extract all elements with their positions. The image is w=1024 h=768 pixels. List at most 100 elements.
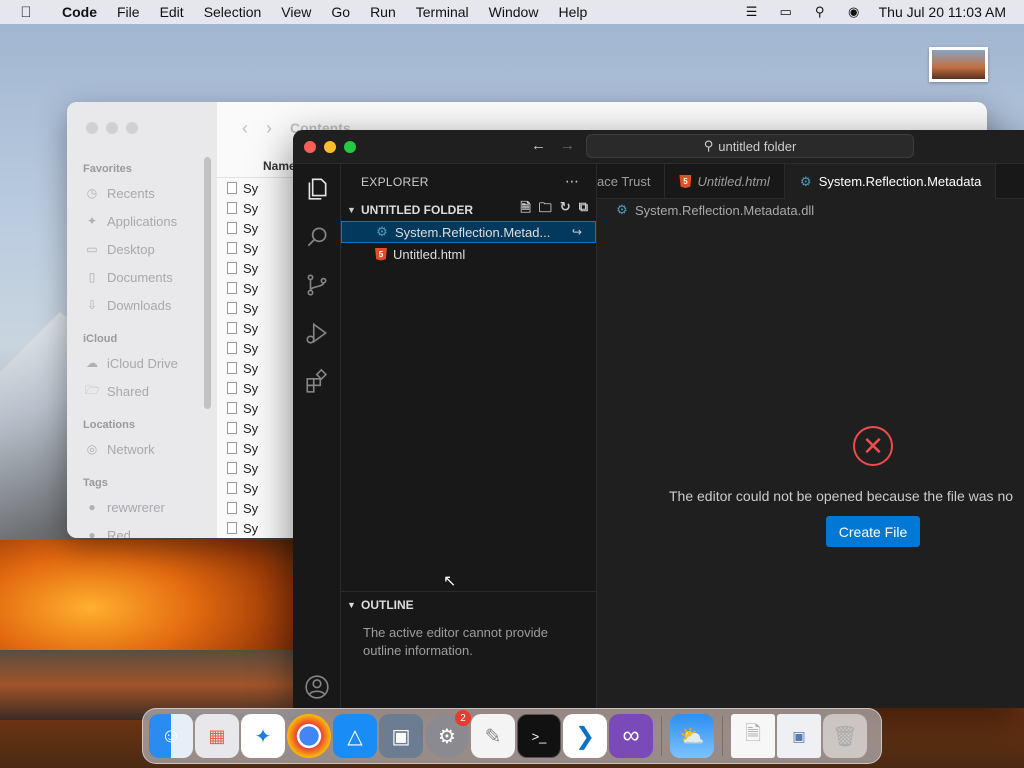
finder-sidebar-scrollbar[interactable] [204, 157, 211, 409]
tab-untitled-html[interactable]: 5 Untitled.html [665, 164, 785, 199]
collapse-all-icon[interactable]: ⧉ [579, 199, 588, 221]
run-debug-icon[interactable] [304, 320, 330, 346]
spotlight-search-icon[interactable]: ⚲ [811, 4, 829, 19]
gear-icon: ⚙ [438, 725, 456, 748]
folder-actions: 🗎 🗀 ↻ ⧉ [520, 199, 588, 221]
control-center-icon[interactable]: ◉ [845, 4, 863, 19]
outline-header[interactable]: ▼ OUTLINE [341, 594, 596, 616]
desktop-screenshot-thumbnail[interactable] [929, 47, 988, 82]
table-row[interactable]: Sy [227, 418, 258, 438]
dock-chrome[interactable] [287, 714, 331, 758]
menu-app[interactable]: Code [52, 4, 107, 20]
menu-selection[interactable]: Selection [194, 4, 272, 20]
finder-sidebar-documents[interactable]: ▯ Documents [67, 263, 217, 291]
dock-visual-studio[interactable]: ∞ [609, 714, 653, 758]
apple-icon[interactable]:  [0, 4, 52, 21]
table-row[interactable]: Sy [227, 178, 258, 198]
file-icon [227, 322, 237, 334]
tab-system-reflection[interactable]: ⚙ System.Reflection.Metadata [784, 164, 997, 199]
dock-app-store[interactable]: △ [333, 714, 377, 758]
stage-manager-icon[interactable]: ☰ [743, 4, 761, 19]
table-row[interactable]: Sy [227, 358, 258, 378]
dock-image-file[interactable]: ▣ [777, 714, 821, 758]
forward-arrow-icon[interactable]: › [266, 118, 272, 139]
finder-sidebar-applications[interactable]: ✦ Applications [67, 207, 217, 235]
finder-sidebar-shared[interactable]: 🗁 Shared [67, 377, 217, 405]
menu-window[interactable]: Window [479, 4, 549, 20]
menu-terminal[interactable]: Terminal [406, 4, 479, 20]
screen-mirroring-icon[interactable]: ▭ [777, 4, 795, 19]
finder-sidebar-desktop[interactable]: ▭ Desktop [67, 235, 217, 263]
table-row[interactable]: Sy [227, 198, 258, 218]
file-name: Sy [243, 440, 259, 456]
vscode-zoom-button[interactable] [344, 141, 356, 153]
dock-terminal[interactable]: >_ [517, 714, 561, 758]
file-row-untitled-html[interactable]: 5 Untitled.html [341, 243, 596, 265]
dock-preview[interactable]: ▣ [379, 714, 423, 758]
extensions-icon[interactable] [304, 368, 330, 394]
finder-sidebar-network[interactable]: ◎ Network [67, 435, 217, 463]
table-row[interactable]: Sy [227, 398, 258, 418]
table-row[interactable]: Sy [227, 338, 258, 358]
table-row[interactable]: Sy [227, 498, 258, 518]
table-row[interactable]: Sy [227, 218, 258, 238]
explorer-files-icon[interactable] [304, 176, 330, 202]
table-row[interactable]: Sy [227, 438, 258, 458]
breadcrumb-item[interactable]: System.Reflection.Metadata.dll [635, 203, 814, 218]
sidebar-item-label: Red [107, 527, 131, 539]
back-arrow-icon[interactable]: ← [531, 137, 546, 154]
new-folder-icon[interactable]: 🗀 [539, 199, 552, 221]
new-file-icon[interactable]: 🗎 [520, 199, 530, 221]
create-file-button[interactable]: Create File [826, 516, 920, 547]
finder-sidebar-icloud-drive[interactable]: ☁ iCloud Drive [67, 349, 217, 377]
finder-close-button[interactable] [86, 122, 98, 134]
more-actions-icon[interactable]: ⋯ [565, 173, 580, 190]
menu-go[interactable]: Go [321, 4, 360, 20]
dock-finder[interactable]: ☺ [149, 714, 193, 758]
menubar-clock[interactable]: Thu Jul 20 11:03 AM [879, 4, 1006, 20]
menu-file[interactable]: File [107, 4, 150, 20]
dock-vscode[interactable]: ❯ [563, 714, 607, 758]
refresh-icon[interactable]: ↻ [560, 199, 571, 221]
finder-sidebar-downloads[interactable]: ⇩ Downloads [67, 291, 217, 319]
account-icon[interactable] [304, 674, 330, 700]
table-row[interactable]: Sy [227, 278, 258, 298]
finder-sidebar-tag-rewwrerer[interactable]: ● rewwrerer [67, 493, 217, 521]
error-circle-icon: ✕ [853, 426, 893, 466]
table-row[interactable]: Sy [227, 318, 258, 338]
source-control-icon[interactable] [304, 272, 330, 298]
search-icon[interactable] [304, 224, 330, 250]
vscode-close-button[interactable] [304, 141, 316, 153]
dock-safari[interactable]: ✦ [241, 714, 285, 758]
sidebar-item-label: Recents [107, 185, 155, 201]
file-name: Sy [243, 200, 259, 216]
menu-run[interactable]: Run [360, 4, 406, 20]
menu-help[interactable]: Help [548, 4, 597, 20]
finder-zoom-button[interactable] [126, 122, 138, 134]
menu-edit[interactable]: Edit [150, 4, 194, 20]
menu-view[interactable]: View [271, 4, 321, 20]
forward-arrow-icon[interactable]: → [560, 137, 575, 154]
table-row[interactable]: Sy [227, 238, 258, 258]
table-row[interactable]: Sy [227, 478, 258, 498]
table-row[interactable]: Sy [227, 298, 258, 318]
vscode-minimize-button[interactable] [324, 141, 336, 153]
tab-workspace-trust[interactable]: ace Trust [597, 164, 666, 199]
command-center-search[interactable]: ⚲ untitled folder [586, 134, 914, 158]
finder-minimize-button[interactable] [106, 122, 118, 134]
dock-document[interactable]: 🗎 [731, 714, 775, 758]
dock-textedit[interactable]: ✎ [471, 714, 515, 758]
dock-launchpad[interactable]: ▦ [195, 714, 239, 758]
finder-sidebar-recents[interactable]: ◷ Recents [67, 179, 217, 207]
dock-system-settings[interactable]: ⚙ 2 [425, 710, 471, 758]
file-row-system-reflection[interactable]: ⚙ System.Reflection.Metad... ↪ [341, 221, 596, 243]
folder-untitled[interactable]: ▼ UNTITLED FOLDER 🗎 🗀 ↻ ⧉ [341, 199, 596, 221]
table-row[interactable]: Sy [227, 258, 258, 278]
finder-sidebar-tag-red[interactable]: ● Red [67, 521, 217, 539]
dock-trash[interactable]: 🗑 [823, 714, 867, 758]
dock-weather[interactable]: ⛅ [670, 714, 714, 758]
table-row[interactable]: Sy [227, 378, 258, 398]
table-row[interactable]: Sy [227, 458, 258, 478]
table-row[interactable]: Sy [227, 518, 258, 538]
back-arrow-icon[interactable]: ‹ [242, 118, 248, 139]
